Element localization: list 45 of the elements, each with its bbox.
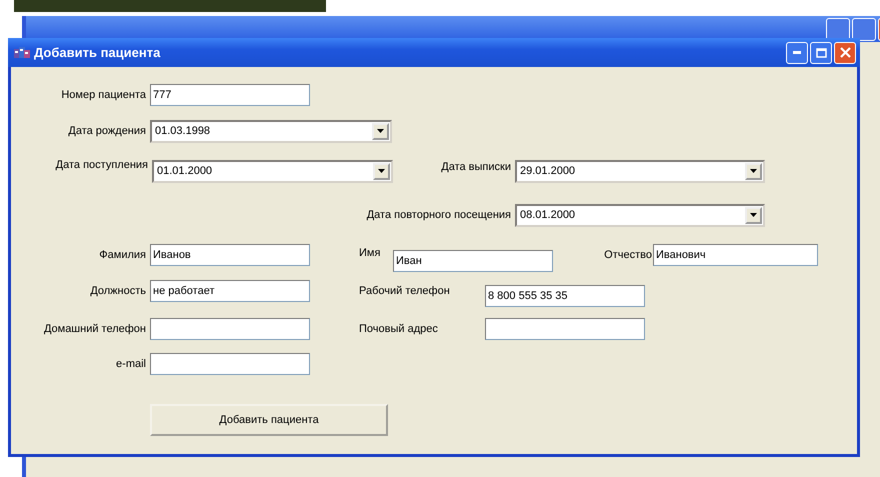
maximize-button[interactable] (810, 42, 832, 64)
field-label: Отчество (603, 249, 652, 261)
field-label: Рабочий телефон (359, 285, 451, 297)
dropdown-button[interactable] (373, 162, 390, 180)
text-field[interactable]: не работает (150, 280, 310, 302)
window-title: Добавить пациента (34, 45, 160, 60)
field-label: Дата повторного посещения (366, 209, 511, 221)
text-field[interactable]: Иванов (150, 244, 310, 266)
add-patient-button[interactable]: Добавить пациента (150, 404, 388, 436)
text-field[interactable] (150, 318, 310, 340)
field-label: Имя (359, 247, 382, 259)
date-dropdown[interactable]: 08.01.2000 (515, 204, 765, 226)
app-icon (14, 46, 30, 60)
dropdown-button[interactable] (745, 206, 762, 224)
caret-icon (750, 169, 757, 173)
text-field[interactable]: 777 (150, 84, 310, 106)
text-field[interactable]: 8 800 555 35 35 (485, 285, 645, 307)
caret-icon (750, 213, 757, 217)
field-label: Дата выписки (440, 161, 511, 173)
close-button[interactable] (834, 42, 856, 64)
field-label: Дата поступления (54, 159, 148, 171)
close-icon (840, 47, 850, 58)
field-label: e-mail (115, 358, 146, 370)
field-label: Должность (89, 285, 146, 297)
dropdown-button[interactable] (745, 162, 762, 180)
minimize-button[interactable] (786, 42, 808, 64)
field-label: Дата рождения (67, 125, 146, 137)
minimize-icon (793, 51, 801, 54)
dropdown-button[interactable] (372, 122, 389, 140)
date-dropdown[interactable]: 01.01.2000 (152, 160, 393, 182)
text-field[interactable] (150, 353, 310, 375)
date-dropdown[interactable]: 01.03.1998 (150, 120, 392, 142)
text-field[interactable] (485, 318, 645, 340)
maximize-button[interactable] (852, 18, 876, 40)
field-label: Номер пациента (60, 89, 146, 101)
text-field[interactable]: Иван (393, 250, 553, 272)
caret-icon (377, 129, 384, 133)
minimize-button[interactable] (826, 18, 850, 40)
field-label: Домашний телефон (42, 323, 146, 335)
caret-icon (378, 169, 385, 173)
date-dropdown[interactable]: 29.01.2000 (515, 160, 765, 182)
text-field[interactable]: Иванович (653, 244, 818, 266)
field-label: Почовый адрес (359, 323, 439, 335)
maximize-icon (816, 48, 826, 58)
field-label: Фамилия (98, 249, 146, 261)
